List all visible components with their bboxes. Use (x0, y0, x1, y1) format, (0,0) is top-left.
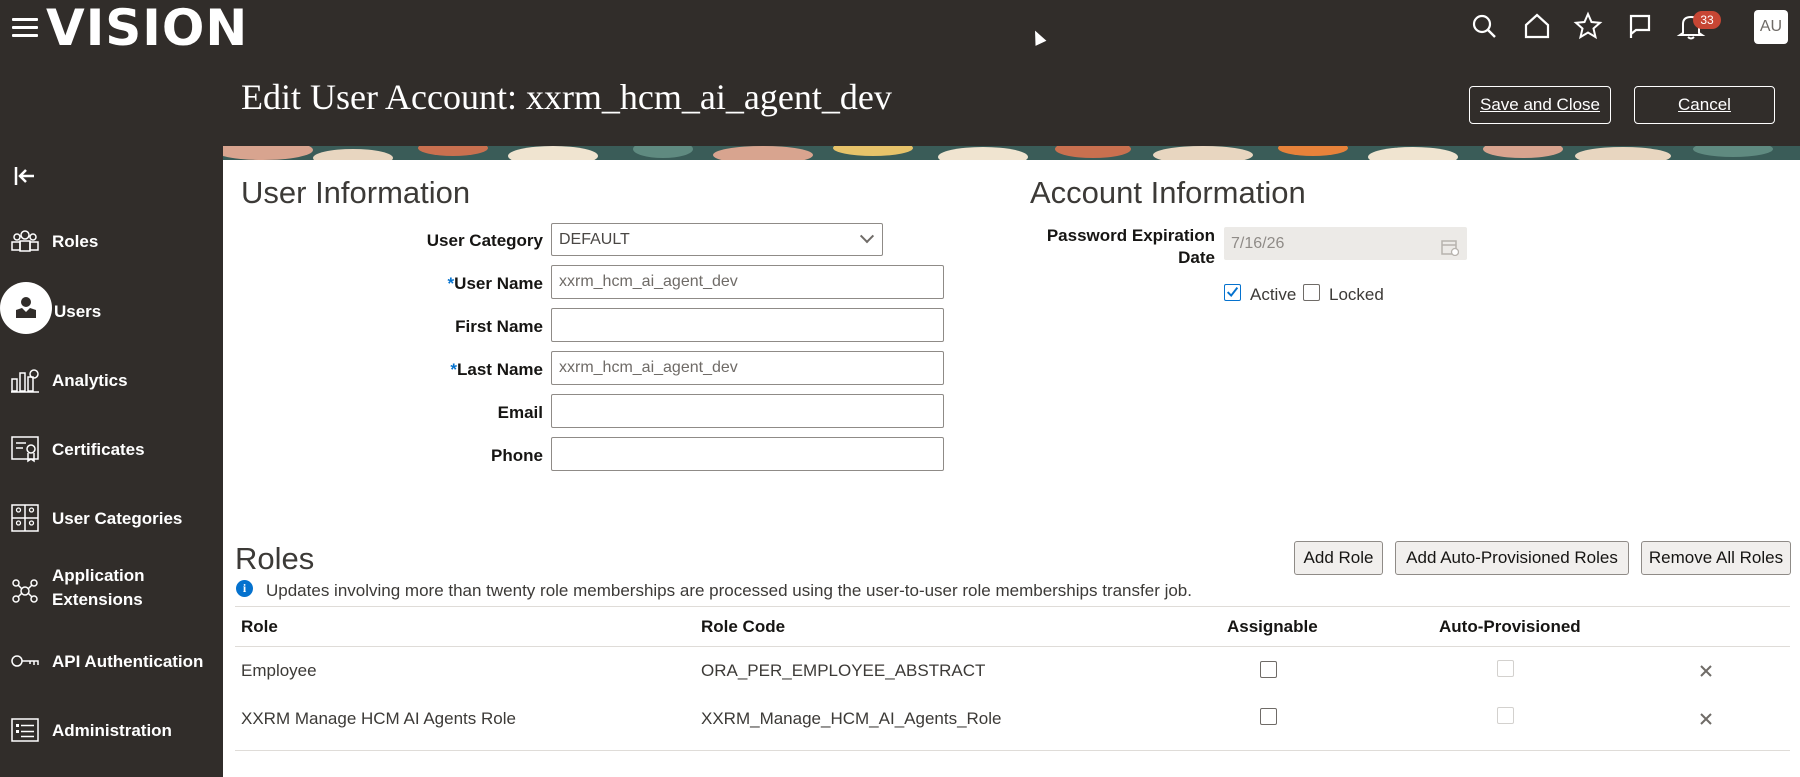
role-code-cell: XXRM_Manage_HCM_AI_Agents_Role (701, 709, 1002, 728)
categories-icon (10, 503, 40, 533)
column-header-auto-provisioned: Auto-Provisioned (1439, 617, 1581, 636)
column-header-role-code: Role Code (701, 617, 786, 636)
last-name-input[interactable] (551, 351, 944, 385)
active-label: Active (1250, 285, 1297, 304)
phone-label: Phone (491, 446, 543, 465)
roles-heading: Roles (235, 541, 315, 576)
certificate-icon (10, 434, 40, 464)
user-category-label: User Category (426, 231, 543, 250)
sidebar-item-label: Certificates (52, 440, 145, 459)
active-checkbox[interactable] (1224, 284, 1241, 301)
account-information-heading: Account Information (1030, 175, 1306, 210)
add-role-button[interactable]: Add Role (1294, 541, 1383, 575)
home-icon[interactable] (1522, 11, 1552, 41)
auto-provisioned-checkbox (1497, 707, 1514, 724)
calendar-icon (1441, 235, 1460, 257)
user-category-value: DEFAULT (559, 231, 630, 248)
admin-icon (10, 715, 40, 745)
user-avatar[interactable]: AU (1754, 10, 1788, 44)
table-divider (235, 646, 1790, 647)
sidebar-item-certificates[interactable]: Certificates (0, 422, 223, 474)
sidebar-item-administration[interactable]: Administration (0, 703, 223, 755)
user-name-input[interactable] (551, 265, 944, 299)
info-icon: i (236, 580, 253, 597)
sidebar-item-api-authentication[interactable]: API Authentication (0, 634, 223, 686)
sidebar-item-label: Roles (52, 232, 99, 251)
extensions-icon (10, 576, 40, 606)
save-and-close-button[interactable]: Save and Close (1469, 86, 1611, 124)
password-expiration-value: 7/16/26 (1231, 235, 1285, 252)
checkmark-icon (1226, 287, 1239, 298)
hamburger-menu-icon[interactable] (12, 18, 38, 38)
table-divider (235, 750, 1790, 751)
first-name-input[interactable] (551, 308, 944, 342)
sidebar-item-label: Application (52, 566, 145, 585)
email-input[interactable] (551, 394, 944, 428)
first-name-label: First Name (455, 317, 543, 336)
page-header: Edit User Account: xxrm_hcm_ai_agent_dev… (0, 56, 1800, 146)
password-expiration-label: Password Expiration Date (1046, 226, 1215, 267)
last-name-label: *Last Name (450, 360, 543, 379)
cancel-button[interactable]: Cancel (1634, 86, 1775, 124)
role-name-cell: XXRM Manage HCM AI Agents Role (241, 709, 516, 728)
user-icon (0, 282, 52, 334)
flag-icon[interactable] (1625, 11, 1655, 41)
assignable-checkbox[interactable] (1260, 708, 1277, 725)
user-information-heading: User Information (241, 175, 471, 210)
top-bar: VISION 33 AU (0, 0, 1800, 56)
search-icon[interactable] (1469, 11, 1499, 41)
assignable-checkbox[interactable] (1260, 661, 1277, 678)
sidebar-item-label: Analytics (52, 371, 128, 390)
sidebar-item-roles[interactable]: Roles (0, 214, 223, 266)
roles-icon (10, 226, 40, 256)
sidebar-item-analytics[interactable]: Analytics (0, 353, 223, 405)
page-title: Edit User Account: xxrm_hcm_ai_agent_dev (241, 77, 892, 117)
locked-checkbox[interactable] (1303, 284, 1320, 301)
column-header-role: Role (241, 617, 278, 636)
remove-all-roles-button[interactable]: Remove All Roles (1641, 541, 1791, 575)
decorative-banner (223, 146, 1800, 160)
remove-role-icon[interactable] (1698, 663, 1714, 679)
favorites-star-icon[interactable] (1573, 11, 1603, 41)
role-name-cell: Employee (241, 661, 317, 680)
sidebar-item-label: Administration (52, 721, 172, 740)
user-category-select[interactable]: DEFAULT (551, 223, 883, 256)
main-content (223, 160, 1800, 777)
mouse-cursor-icon (1029, 28, 1047, 46)
password-expiration-date-input: 7/16/26 (1224, 227, 1467, 260)
column-header-assignable: Assignable (1227, 617, 1318, 636)
sidebar-item-application-extensions[interactable]: Application Extensions (0, 560, 223, 620)
analytics-icon (10, 365, 40, 395)
collapse-sidebar-icon[interactable] (14, 165, 38, 187)
chevron-down-icon (859, 229, 875, 244)
sidebar-item-user-categories[interactable]: User Categories (0, 491, 223, 543)
table-divider (235, 606, 1790, 607)
phone-input[interactable] (551, 437, 944, 471)
add-auto-provisioned-roles-button[interactable]: Add Auto-Provisioned Roles (1395, 541, 1629, 575)
email-label: Email (497, 403, 543, 422)
auto-provisioned-checkbox (1497, 660, 1514, 677)
key-icon (10, 646, 40, 676)
locked-label: Locked (1329, 285, 1384, 304)
sidebar-item-users[interactable]: Users (0, 280, 223, 334)
user-name-label: *User Name (447, 274, 543, 293)
app-logo[interactable]: VISION (46, 0, 248, 56)
sidebar-item-label: User Categories (52, 509, 183, 528)
sidebar-item-label: API Authentication (52, 652, 204, 671)
sidebar-item-label-line2: Extensions (52, 590, 143, 609)
roles-info-message: Updates involving more than twenty role … (266, 581, 1192, 600)
role-code-cell: ORA_PER_EMPLOYEE_ABSTRACT (701, 661, 986, 680)
notification-count-badge[interactable]: 33 (1693, 11, 1721, 29)
sidebar-item-label: Users (54, 302, 102, 321)
remove-role-icon[interactable] (1698, 711, 1714, 727)
